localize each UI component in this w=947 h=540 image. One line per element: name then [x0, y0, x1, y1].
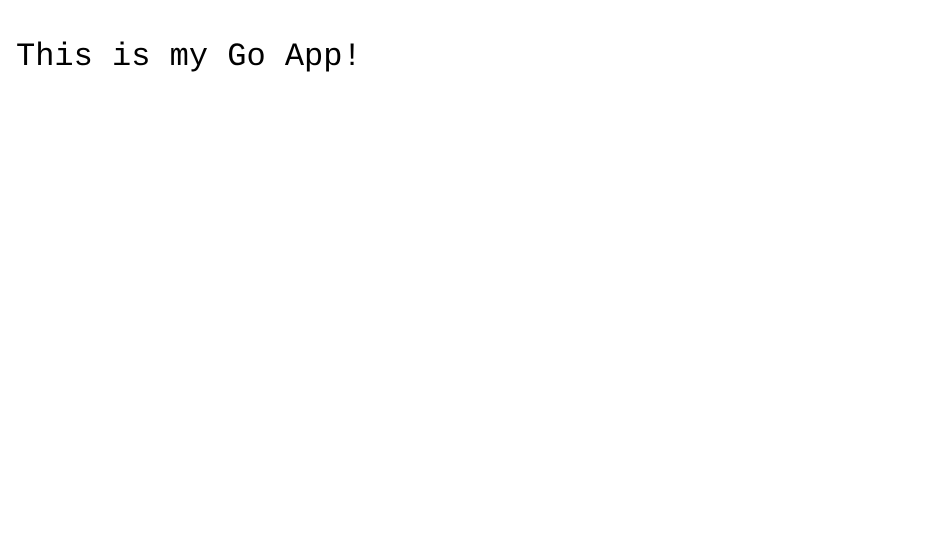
app-message: This is my Go App! — [16, 38, 947, 75]
main-content: This is my Go App! — [0, 0, 947, 75]
